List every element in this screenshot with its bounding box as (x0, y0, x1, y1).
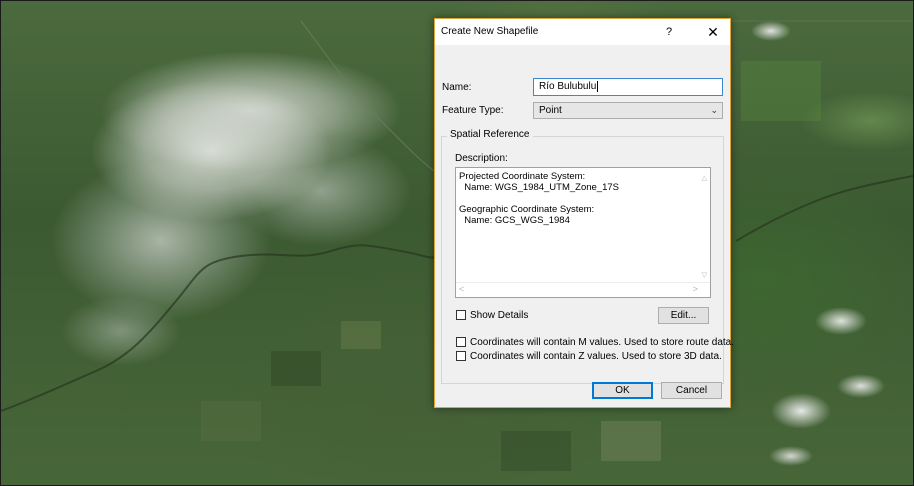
ok-button[interactable]: OK (592, 382, 653, 399)
name-input-value: Río Bulubulu (539, 81, 597, 92)
z-values-checkbox[interactable] (456, 351, 466, 361)
description-textbox[interactable]: Projected Coordinate System: Name: WGS_1… (455, 167, 711, 298)
field-patch (341, 321, 381, 349)
text-caret (597, 80, 599, 92)
field-patch (501, 431, 571, 471)
scroll-right-icon[interactable]: > (693, 284, 698, 294)
scroll-up-icon[interactable]: △ (702, 174, 707, 182)
cancel-button[interactable]: Cancel (661, 382, 722, 399)
feature-type-value: Point (539, 105, 562, 116)
dialog-title: Create New Shapefile (441, 26, 539, 37)
field-patch (201, 401, 261, 441)
feature-type-select[interactable]: Point ⌄ (533, 102, 723, 119)
spatial-reference-legend: Spatial Reference (447, 129, 533, 140)
field-patch (601, 421, 661, 461)
scroll-left-icon[interactable]: < (459, 284, 464, 294)
road (300, 20, 435, 172)
create-new-shapefile-dialog: Create New Shapefile ? ✕ Name: Río Bulub… (434, 18, 735, 408)
m-values-checkbox[interactable] (456, 337, 466, 347)
river-east (735, 175, 913, 242)
field-patch (741, 61, 821, 121)
edit-button[interactable]: Edit... (658, 307, 709, 324)
m-values-label: Coordinates will contain M values. Used … (470, 337, 735, 348)
horizontal-scrollbar-track (456, 282, 710, 283)
description-label: Description: (455, 153, 508, 164)
z-values-label: Coordinates will contain Z values. Used … (470, 351, 722, 362)
name-input[interactable]: Río Bulubulu (533, 78, 723, 96)
feature-type-label: Feature Type: (442, 105, 504, 116)
help-button[interactable]: ? (659, 24, 679, 40)
show-details-checkbox[interactable] (456, 310, 466, 320)
name-label: Name: (442, 82, 472, 93)
screenshot-frame: Create New Shapefile ? ✕ Name: Río Bulub… (0, 0, 914, 486)
field-patch (271, 351, 321, 386)
chevron-down-icon: ⌄ (710, 105, 718, 115)
scroll-down-icon[interactable]: ▽ (702, 271, 707, 279)
description-text: Projected Coordinate System: Name: WGS_1… (459, 171, 619, 226)
close-button[interactable]: ✕ (703, 23, 723, 41)
show-details-label: Show Details (470, 310, 529, 321)
dialog-titlebar: Create New Shapefile ? ✕ (435, 19, 730, 45)
